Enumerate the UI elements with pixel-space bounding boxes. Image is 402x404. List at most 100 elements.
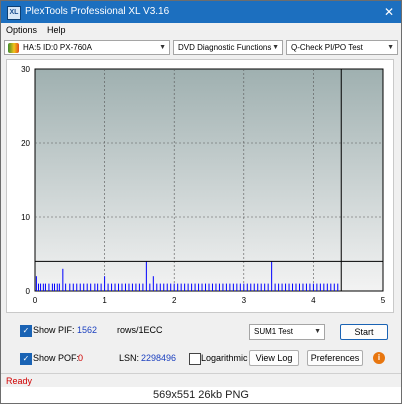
info-icon[interactable]: i — [373, 352, 385, 364]
data-bar — [76, 283, 78, 291]
view-log-button[interactable]: View Log — [249, 350, 299, 366]
start-button[interactable]: Start — [340, 324, 388, 340]
data-bar — [94, 283, 96, 291]
data-bar — [229, 283, 231, 291]
data-bar — [312, 283, 314, 291]
data-bar — [56, 283, 58, 291]
data-bar — [298, 283, 300, 291]
data-bar — [44, 283, 46, 291]
status-bar: Ready — [1, 373, 401, 388]
data-bar — [159, 283, 161, 291]
lsn-value: 2298496 — [141, 353, 177, 363]
data-bar — [326, 283, 328, 291]
data-bar — [215, 283, 217, 291]
data-bar — [111, 283, 113, 291]
data-bar — [323, 283, 325, 291]
x-tick-label: 5 — [381, 296, 386, 305]
show-pof-label: Show POF: — [33, 353, 80, 363]
test-select[interactable]: Q-Check PI/PO Test ▼ — [286, 40, 398, 55]
data-bar — [128, 283, 130, 291]
status-text: Ready — [6, 376, 33, 386]
data-bar — [236, 283, 238, 291]
chevron-down-icon: ▼ — [272, 44, 279, 51]
chevron-down-icon: ▼ — [387, 44, 394, 51]
data-bar — [274, 283, 276, 291]
image-caption: 569x551 26kb PNG — [1, 387, 401, 403]
chart-panel: 0 1 2 3 4 5 0 10 20 30 — [6, 59, 394, 313]
show-pif-label: Show PIF: — [33, 325, 75, 335]
data-bar — [62, 268, 64, 291]
data-bar — [37, 283, 39, 291]
menu-options[interactable]: Options — [6, 24, 37, 37]
data-bar — [316, 283, 318, 291]
function-select[interactable]: DVD Diagnostic Functions ▼ — [173, 40, 283, 55]
data-bar — [184, 283, 186, 291]
y-tick-label: 20 — [21, 139, 30, 148]
menu-help[interactable]: Help — [47, 24, 66, 37]
y-tick-label: 0 — [26, 287, 31, 296]
data-bar — [281, 283, 283, 291]
show-pif-checkbox[interactable]: ✓ — [20, 325, 32, 337]
show-pof-checkbox[interactable]: ✓ — [20, 353, 32, 365]
data-bar — [333, 283, 335, 291]
function-select-value: DVD Diagnostic Functions — [178, 43, 272, 52]
data-bar — [319, 283, 321, 291]
data-bar — [198, 283, 200, 291]
data-bar — [271, 261, 273, 291]
x-tick-label: 4 — [311, 296, 316, 305]
data-bar — [69, 283, 71, 291]
app-window: XL PlexTools Professional XL V3.16 ✕ Opt… — [0, 0, 402, 404]
data-bar — [194, 283, 196, 291]
data-bar — [205, 283, 207, 291]
plot-area — [34, 68, 384, 292]
data-bar — [239, 283, 241, 291]
y-tick-label: 10 — [21, 213, 30, 222]
data-bar — [135, 283, 137, 291]
data-bar — [218, 283, 220, 291]
data-bar — [180, 283, 182, 291]
data-bar — [201, 283, 203, 291]
data-bar — [170, 283, 172, 291]
pi-po-chart: 0 1 2 3 4 5 0 10 20 30 — [21, 65, 386, 305]
sum-test-value: SUM1 Test — [254, 327, 293, 336]
logarithmic-label: Logarithmic — [201, 353, 248, 363]
data-bar — [97, 283, 99, 291]
data-bar — [225, 283, 227, 291]
x-tick-label: 0 — [33, 296, 38, 305]
lsn-label: LSN: — [119, 353, 140, 363]
title-bar: XL PlexTools Professional XL V3.16 ✕ — [1, 1, 401, 23]
data-bar — [65, 283, 67, 291]
menu-bar: Options Help — [1, 23, 401, 38]
x-tick-label: 2 — [172, 296, 177, 305]
preferences-button[interactable]: Preferences — [307, 350, 363, 366]
data-bar — [145, 261, 147, 291]
data-bar — [48, 283, 50, 291]
data-bar — [257, 283, 259, 291]
data-bar — [35, 276, 37, 291]
sum-test-select[interactable]: SUM1 Test ▼ — [249, 324, 325, 340]
data-bar — [211, 283, 213, 291]
chevron-down-icon: ▼ — [314, 328, 321, 335]
data-bar — [86, 283, 88, 291]
window-title: PlexTools Professional XL V3.16 — [25, 6, 170, 17]
data-bar — [163, 283, 165, 291]
data-bar — [288, 283, 290, 291]
data-bar — [104, 276, 106, 291]
data-bar — [118, 283, 120, 291]
data-bar — [72, 283, 74, 291]
close-icon[interactable]: ✕ — [381, 4, 397, 20]
data-bar — [267, 283, 269, 291]
app-icon: XL — [7, 6, 21, 20]
drive-select[interactable]: HA:5 ID:0 PX-760A ▼ — [4, 40, 170, 55]
pif-value: 1562 — [77, 325, 98, 335]
data-bar — [260, 283, 262, 291]
logarithmic-checkbox[interactable] — [189, 353, 201, 365]
x-tick-label: 1 — [102, 296, 107, 305]
test-select-value: Q-Check PI/PO Test — [291, 43, 363, 52]
y-tick-label: 30 — [21, 65, 30, 74]
data-bar — [124, 283, 126, 291]
data-bar — [250, 283, 252, 291]
data-bar — [142, 283, 144, 291]
data-bar — [302, 283, 304, 291]
rows-label: rows/1ECC — [117, 325, 163, 335]
